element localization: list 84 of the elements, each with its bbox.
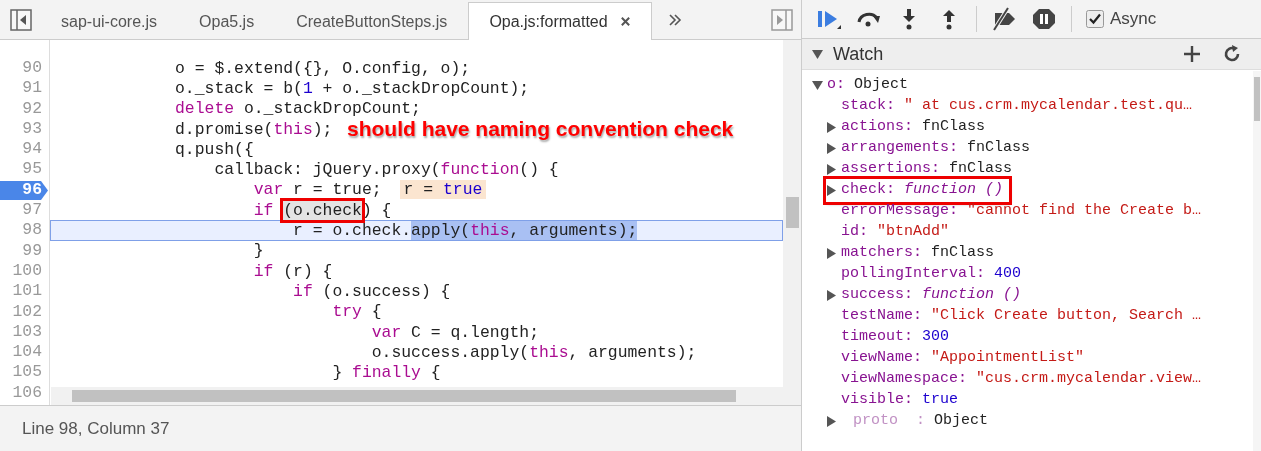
watch-property: viewNamespace: "cus.crm.mycalendar.view… <box>841 369 1202 390</box>
watch-property: pollingInterval: 400 <box>841 264 1022 285</box>
checkbox[interactable] <box>1086 10 1104 28</box>
watch-property: check: function () <box>841 180 1004 201</box>
close-icon[interactable] <box>619 16 631 27</box>
inline-value: r = true <box>399 180 487 200</box>
line-number: 105 <box>12 362 42 382</box>
pause-icon[interactable] <box>1031 7 1057 31</box>
watch-property: testName: "Click Create button, Search … <box>841 306 1202 327</box>
debugger-toggle-icon[interactable] <box>771 8 793 31</box>
expand-icon[interactable] <box>826 164 837 175</box>
expand-icon[interactable] <box>826 143 837 154</box>
watch-property: errorMessage: "cannot find the Create b… <box>841 201 1202 222</box>
line-number: 101 <box>12 281 42 301</box>
watch-property: assertions: fnClass <box>841 159 1013 180</box>
cursor-position: Line 98, Column 37 <box>22 417 170 440</box>
code-line: } finally { <box>331 363 441 383</box>
code-line: delete o._stackDropCount; <box>174 99 421 119</box>
line-number: 94 <box>22 139 42 159</box>
breakpoint-marker[interactable] <box>0 180 48 200</box>
refresh-icon[interactable] <box>1223 45 1241 63</box>
line-number: 95 <box>22 159 42 179</box>
code-line: o = $.extend({}, O.config, o); <box>174 58 471 78</box>
code-line: var C = q.length; <box>370 322 539 342</box>
line-number: 98 <box>22 220 42 240</box>
watch-property: arrangements: fnClass <box>841 138 1031 159</box>
code-line: r = o.check.apply(this, arguments); <box>292 221 638 241</box>
scrollbar-thumb[interactable] <box>1254 77 1260 121</box>
vertical-scrollbar[interactable] <box>783 40 801 387</box>
watch-property: matchers: fnClass <box>841 243 995 264</box>
watch-property: actions: fnClass <box>841 117 986 138</box>
expand-icon[interactable] <box>826 122 837 133</box>
line-number: 91 <box>22 78 42 98</box>
watch-property: success: function () <box>841 285 1022 306</box>
watch-property: visible: true <box>841 390 959 411</box>
overflow-icon[interactable] <box>667 12 682 27</box>
code-line: callback: jQuery.proxy(function() { <box>213 160 559 180</box>
code-line: } <box>252 241 264 261</box>
file-tab[interactable]: Opa.js:formatted <box>468 2 652 40</box>
file-tab[interactable]: CreateButtonSteps.js <box>275 3 469 39</box>
scrollbar-thumb[interactable] <box>786 197 799 228</box>
code-line: try { <box>331 302 382 322</box>
watch-property: proto : Object <box>852 411 989 432</box>
vertical-scrollbar[interactable] <box>1253 71 1261 451</box>
section-title: Watch <box>833 42 884 66</box>
line-number: 92 <box>22 98 42 118</box>
line-number: 99 <box>22 240 42 260</box>
line-number: 100 <box>12 260 42 280</box>
horizontal-scrollbar[interactable] <box>51 387 801 405</box>
line-number: 104 <box>12 342 42 362</box>
annotation-text: should have naming convention check <box>347 116 734 142</box>
line-number: 96 <box>22 179 42 199</box>
file-tab[interactable]: Opa5.js <box>178 3 276 39</box>
line-number: 106 <box>12 382 42 402</box>
checkbox-label[interactable]: Async <box>1110 6 1157 32</box>
watch-property: viewName: "AppointmentList" <box>841 348 1085 369</box>
code-line: if (o.check) { <box>252 200 392 220</box>
scrollbar-thumb[interactable] <box>72 390 736 402</box>
line-number: 97 <box>22 200 42 220</box>
line-number: 103 <box>12 321 42 341</box>
code-line: if (o.success) { <box>292 281 451 301</box>
file-tab[interactable]: sap-ui-core.js <box>40 3 179 39</box>
line-number: 93 <box>22 118 42 138</box>
watch-property: timeout: 300 <box>841 327 950 348</box>
expand-icon[interactable] <box>826 248 837 259</box>
code-line: q.push({ <box>174 139 254 159</box>
expand-icon[interactable] <box>826 185 837 196</box>
expand-icon[interactable] <box>812 80 823 91</box>
deactivate-breakpoints-icon[interactable] <box>991 7 1017 31</box>
code-line: var r = true; <box>252 180 382 200</box>
watch-property: stack: " at cus.crm.mycalendar.test.qu… <box>841 96 1193 117</box>
expand-icon[interactable] <box>826 416 837 427</box>
line-number: 102 <box>12 301 42 321</box>
watch-property: o: Object <box>827 75 909 96</box>
sidebar-toggle-icon[interactable] <box>10 8 32 31</box>
code-line: o._stack = b(1 + o._stackDropCount); <box>174 78 530 98</box>
code-line: d.promise(this); <box>174 119 333 139</box>
add-icon[interactable] <box>1183 45 1201 63</box>
line-number: 90 <box>22 58 42 77</box>
expand-icon[interactable] <box>812 48 823 60</box>
code-line: if (r) { <box>252 261 333 281</box>
code-line: o.success.apply(this, arguments); <box>370 342 697 362</box>
expand-icon[interactable] <box>826 290 837 301</box>
watch-property: id: "btnAdd" <box>841 222 950 243</box>
